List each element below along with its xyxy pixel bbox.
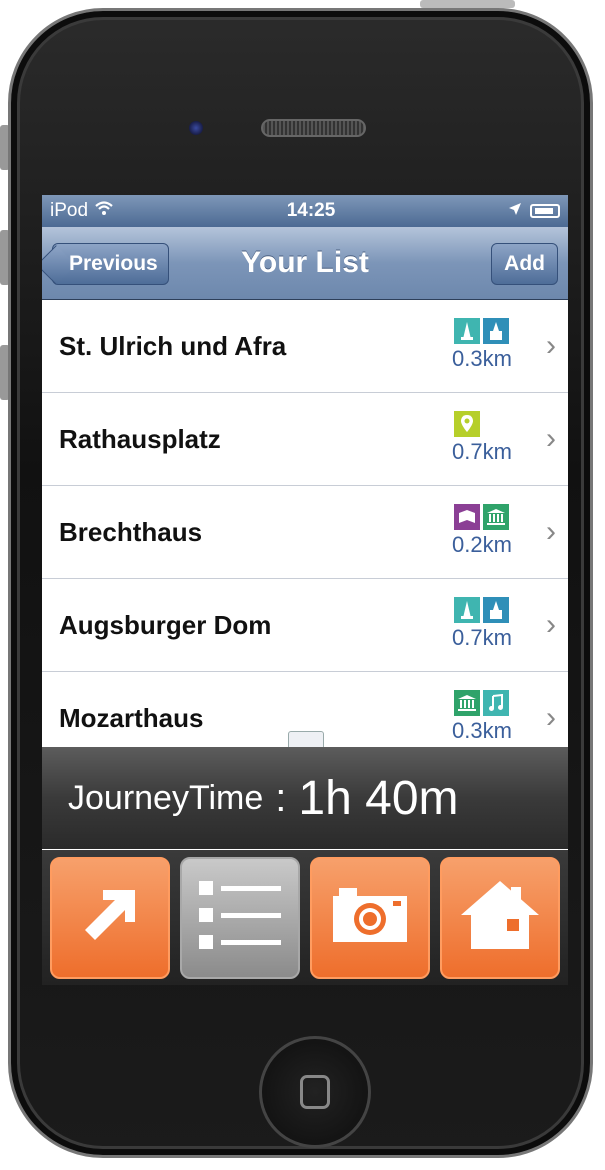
place-name: Augsburger Dom [59, 609, 272, 640]
home-button[interactable] [259, 1036, 371, 1148]
home-icon [459, 879, 541, 956]
tab-home[interactable] [440, 856, 560, 979]
music-note-icon [483, 690, 509, 716]
journey-time-value: 1h 40m [298, 771, 459, 825]
app-screen: iPod 14:25 Your List Previous Add St. Ul… [42, 195, 568, 985]
place-name: St. Ulrich und Afra [59, 330, 287, 361]
arrow-navigate-icon [77, 882, 143, 953]
chevron-right-icon: › [546, 422, 556, 455]
list-item[interactable]: Brechthaus 0.2km › [42, 486, 568, 579]
wifi-icon [94, 200, 114, 222]
place-distance: 0.2km [452, 532, 512, 557]
power-button[interactable] [420, 0, 515, 8]
location-arrow-icon [508, 200, 522, 222]
add-button[interactable]: Add [491, 243, 558, 285]
status-bar: iPod 14:25 [42, 195, 568, 227]
list-icon [197, 875, 283, 960]
tab-list[interactable] [180, 856, 300, 979]
list-item[interactable]: Rathausplatz 0.7km › [42, 393, 568, 486]
place-name: Brechthaus [59, 516, 203, 547]
church-icon [483, 318, 509, 344]
front-camera [189, 121, 203, 135]
camera-icon [331, 886, 409, 949]
carrier-label: iPod [50, 200, 89, 221]
place-distance: 0.3km [452, 718, 512, 743]
chevron-right-icon: › [546, 608, 556, 641]
church-icon [483, 597, 509, 623]
status-time: 14:25 [286, 200, 336, 221]
earpiece-speaker [261, 119, 366, 137]
list-item[interactable]: Augsburger Dom 0.7km › [42, 579, 568, 672]
tab-camera[interactable] [310, 856, 430, 979]
place-distance: 0.7km [452, 439, 512, 464]
museum-icon [454, 690, 480, 716]
tab-navigate[interactable] [50, 856, 170, 979]
place-distance: 0.3km [452, 346, 512, 371]
journey-time-bar: JourneyTime : 1h 40m [42, 747, 568, 849]
chevron-right-icon: › [546, 515, 556, 548]
navigation-bar: Your List Previous Add [42, 227, 568, 300]
journey-time-label: JourneyTime [68, 778, 264, 817]
journey-time-separator: : [275, 775, 287, 820]
museum-icon [483, 504, 509, 530]
tab-bar [42, 850, 568, 985]
list-item[interactable]: St. Ulrich und Afra 0.3km › [42, 300, 568, 393]
church-icon [454, 318, 480, 344]
previous-button[interactable]: Previous [52, 243, 169, 285]
previous-button-label: Previous [69, 252, 158, 275]
location-pin-icon [454, 411, 480, 437]
place-distance: 0.7km [452, 625, 512, 650]
church-icon [454, 597, 480, 623]
book-icon [454, 504, 480, 530]
chevron-right-icon: › [546, 329, 556, 362]
places-list: St. Ulrich und Afra 0.3km › Rathausplatz… [42, 300, 568, 765]
battery-icon [529, 204, 560, 218]
place-name: Rathausplatz [59, 423, 221, 454]
